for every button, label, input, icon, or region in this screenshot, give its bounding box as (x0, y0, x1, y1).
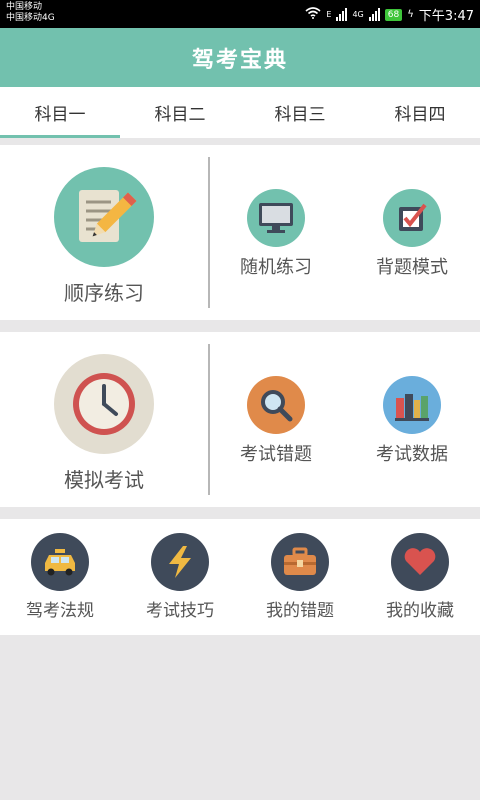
exam-wrong-label: 考试错题 (240, 444, 312, 465)
wifi-icon (305, 6, 321, 23)
battery-icon: 68 (384, 8, 403, 21)
car-icon (31, 533, 89, 591)
my-wrong-label: 我的错题 (266, 601, 334, 621)
sequential-practice-button[interactable]: 顺序练习 (38, 167, 170, 306)
charging-icon: ϟ (407, 9, 414, 20)
sequential-practice-label: 顺序练习 (64, 281, 144, 305)
exam-tips-label: 考试技巧 (146, 601, 214, 621)
divider (208, 344, 210, 495)
magnifier-icon (247, 376, 305, 434)
random-practice-button[interactable]: 随机练习 (221, 189, 331, 279)
network-e-label: E (326, 10, 332, 19)
driving-rules-button[interactable]: 驾考法规 (0, 533, 120, 621)
tab-label: 科目三 (274, 105, 326, 125)
mock-exam-label: 模拟考试 (64, 468, 144, 492)
tab-subject-3[interactable]: 科目三 (240, 87, 360, 138)
my-wrong-button[interactable]: 我的错题 (240, 533, 360, 621)
heart-icon (391, 533, 449, 591)
my-favorites-label: 我的收藏 (386, 601, 454, 621)
subject-tabs: 科目一 科目二 科目三 科目四 (0, 87, 480, 138)
briefcase-icon (271, 533, 329, 591)
tools-section: 驾考法规 考试技巧 我的错题 我的收藏 (0, 519, 480, 635)
exam-section: 模拟考试 考试错题 考试数据 (0, 332, 480, 507)
status-right: E 4G 68 ϟ 下午3:47 (305, 5, 474, 24)
memorize-mode-button[interactable]: 背题模式 (357, 189, 467, 279)
exam-data-label: 考试数据 (376, 444, 448, 465)
tab-subject-1[interactable]: 科目一 (0, 87, 120, 138)
network-4g-label: 4G (352, 10, 364, 19)
exam-wrong-button[interactable]: 考试错题 (221, 376, 331, 466)
clock-icon (54, 354, 154, 454)
random-practice-label: 随机练习 (240, 257, 312, 278)
monitor-icon (247, 189, 305, 247)
lightning-icon (151, 533, 209, 591)
exam-tips-button[interactable]: 考试技巧 (120, 533, 240, 621)
checkbox-icon (383, 189, 441, 247)
tab-subject-2[interactable]: 科目二 (120, 87, 240, 138)
tools-row: 驾考法规 考试技巧 我的错题 我的收藏 (0, 533, 480, 621)
mock-exam-button[interactable]: 模拟考试 (38, 354, 170, 493)
divider (208, 157, 210, 308)
exam-data-button[interactable]: 考试数据 (357, 376, 467, 466)
clock-time: 下午3:47 (418, 9, 474, 24)
tab-subject-4[interactable]: 科目四 (360, 87, 480, 138)
signal-icon (336, 8, 348, 21)
tab-label: 科目二 (154, 105, 206, 125)
notepad-pencil-icon (54, 167, 154, 267)
app-bar: 驾考宝典 (0, 28, 480, 87)
carrier-2: 中国移动4G (6, 13, 55, 23)
carrier-info: 中国移动 中国移动4G (6, 2, 55, 24)
driving-rules-label: 驾考法规 (26, 601, 94, 621)
practice-section: 顺序练习 随机练习 背题模式 (0, 145, 480, 320)
books-icon (383, 376, 441, 434)
tab-label: 科目一 (34, 105, 86, 125)
carrier-1: 中国移动 (6, 2, 43, 12)
memorize-mode-label: 背题模式 (376, 257, 448, 278)
page-title: 驾考宝典 (191, 47, 288, 73)
tab-label: 科目四 (394, 105, 446, 125)
signal-icon-2 (368, 8, 380, 21)
status-bar: 中国移动 中国移动4G E 4G 68 ϟ 下午3:47 (0, 0, 480, 28)
my-favorites-button[interactable]: 我的收藏 (360, 533, 480, 621)
